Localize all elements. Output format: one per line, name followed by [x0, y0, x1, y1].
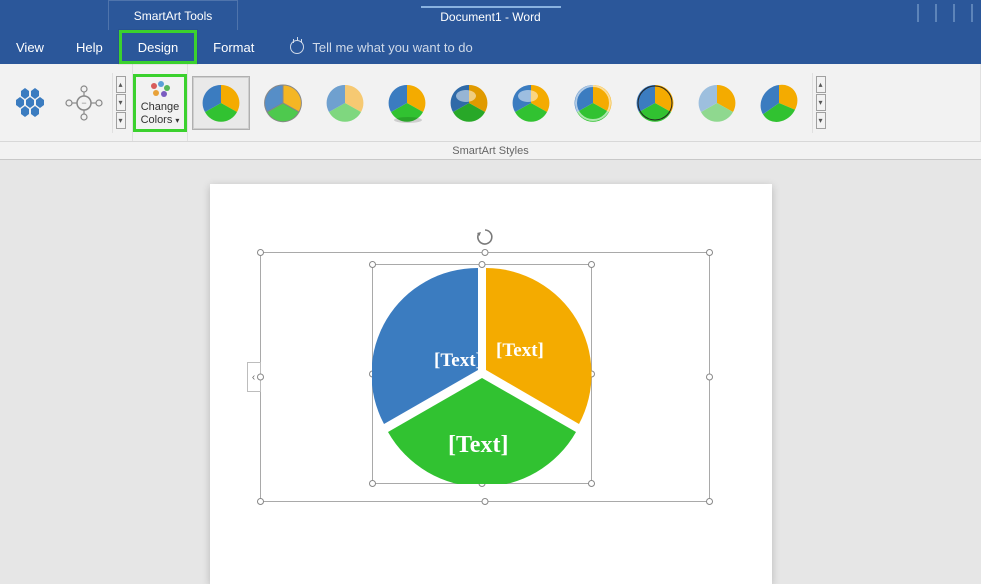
ribbon-group-label-bar: SmartArt Styles [0, 142, 981, 160]
change-colors-icon [147, 79, 173, 99]
layouts-gallery-more[interactable]: ▴ ▾ ▾ [112, 73, 128, 133]
style-polished[interactable] [502, 76, 560, 130]
pie-slice-2-label[interactable]: [Text] [496, 340, 544, 361]
gallery-down-icon: ▾ [816, 94, 826, 111]
style-moderate[interactable] [378, 76, 436, 130]
resize-handle[interactable] [481, 498, 488, 505]
change-colors-label2: Colors [141, 114, 173, 126]
tab-help-label: Help [76, 40, 103, 55]
tab-view-label: View [16, 40, 44, 55]
win-ctrl-bar [939, 4, 955, 22]
resize-handle[interactable] [257, 249, 264, 256]
style-brick[interactable] [750, 76, 808, 130]
resize-handle[interactable] [706, 249, 713, 256]
pie-slice-3-label[interactable]: [Text] [448, 432, 508, 458]
document-area: ‹ [0, 160, 981, 584]
styles-group-label: SmartArt Styles [452, 145, 528, 157]
style-simple-fill[interactable] [192, 76, 250, 130]
tab-format-label: Format [213, 40, 254, 55]
document-title: Document1 - Word [440, 10, 540, 24]
gallery-more-icon: ▾ [816, 112, 826, 129]
document-page[interactable]: ‹ [210, 184, 772, 584]
win-ctrl-bar [903, 4, 919, 22]
style-intense[interactable] [440, 76, 498, 130]
resize-handle[interactable] [257, 374, 264, 381]
tab-design[interactable]: Design [119, 30, 197, 64]
svg-text:−: − [81, 98, 86, 108]
contextual-tab-label: SmartArt Tools [134, 9, 212, 23]
chevron-down-icon: ▾ [175, 116, 179, 125]
gallery-more-icon: ▾ [116, 112, 126, 129]
gallery-up-icon: ▴ [816, 76, 826, 93]
change-colors-button[interactable]: Change Colors ▾ [133, 74, 187, 132]
tell-me-placeholder: Tell me what you want to do [312, 40, 472, 55]
menu-bar: View Help Design Format Tell me what you… [0, 30, 981, 64]
ribbon: − ▴ ▾ ▾ Change [0, 64, 981, 142]
smartart-styles-gallery: ▴ ▾ ▾ [188, 64, 981, 141]
document-title-wrap: Document1 - Word [421, 6, 561, 24]
tab-help[interactable]: Help [60, 30, 119, 64]
styles-gallery-more[interactable]: ▴ ▾ ▾ [812, 73, 828, 133]
tab-view[interactable]: View [0, 30, 60, 64]
tab-design-label: Design [138, 40, 178, 55]
smartart-pie[interactable]: [Text] [Text] [Text] [372, 264, 592, 484]
change-colors-group: Change Colors ▾ [133, 64, 188, 141]
gallery-up-icon: ▴ [116, 76, 126, 93]
resize-handle[interactable] [706, 374, 713, 381]
resize-handle[interactable] [706, 498, 713, 505]
tell-me-search[interactable]: Tell me what you want to do [290, 30, 472, 64]
title-underline [421, 6, 561, 8]
style-subtle[interactable] [316, 76, 374, 130]
layout-thumb-hexcluster[interactable] [4, 77, 56, 129]
change-colors-label1: Change [141, 101, 180, 114]
pie-slice-1-label[interactable]: [Text] [434, 350, 482, 371]
win-ctrl-bar [921, 4, 937, 22]
style-inset[interactable] [564, 76, 622, 130]
layout-thumb-radial[interactable]: − [58, 77, 110, 129]
lightbulb-icon [290, 40, 304, 54]
title-bar: SmartArt Tools Document1 - Word [0, 0, 981, 30]
style-powder[interactable] [688, 76, 746, 130]
layouts-group: − ▴ ▾ ▾ [0, 64, 133, 141]
window-controls [901, 4, 973, 27]
rotate-handle[interactable] [475, 227, 495, 247]
resize-handle[interactable] [481, 249, 488, 256]
tab-format[interactable]: Format [197, 30, 270, 64]
style-outline[interactable] [254, 76, 312, 130]
win-ctrl-bar [957, 4, 973, 22]
chevron-left-icon: ‹ [252, 372, 255, 383]
gallery-down-icon: ▾ [116, 94, 126, 111]
contextual-tab-smartart-tools[interactable]: SmartArt Tools [108, 0, 238, 30]
style-cartoon[interactable] [626, 76, 684, 130]
resize-handle[interactable] [257, 498, 264, 505]
